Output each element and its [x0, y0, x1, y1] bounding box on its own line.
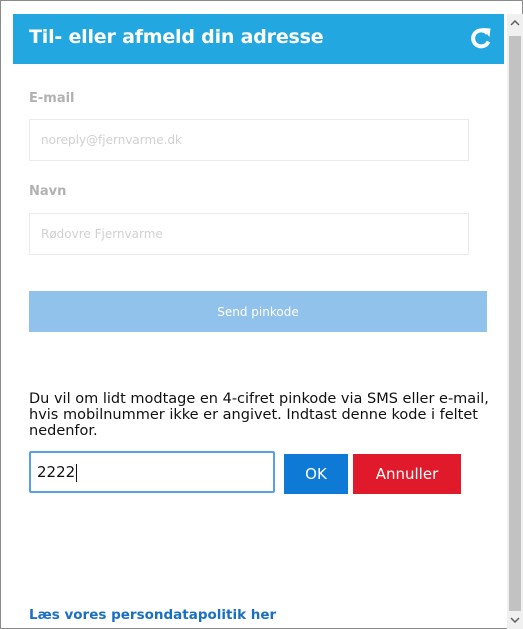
- privacy-policy-link[interactable]: Læs vores persondatapolitik her: [29, 607, 276, 623]
- send-pincode-button: Send pinkode: [29, 291, 487, 332]
- email-label: E-mail: [29, 91, 75, 106]
- email-field: noreply@fjernvarme.dk: [29, 119, 469, 161]
- dialog-header: Til- eller afmeld din adresse: [13, 14, 504, 64]
- text-caret: [76, 463, 78, 482]
- vertical-scrollbar[interactable]: [507, 14, 523, 629]
- pincode-info-text: Du vil om lidt modtage en 4-cifret pinko…: [29, 391, 489, 439]
- pincode-value: 2222: [37, 463, 76, 481]
- name-field: Rødovre Fjernvarme: [29, 213, 469, 255]
- dialog-title: Til- eller afmeld din adresse: [29, 26, 324, 48]
- name-label: Navn: [29, 184, 67, 199]
- dialog-frame: Til- eller afmeld din adresse E-mail nor…: [0, 0, 523, 629]
- cancel-button[interactable]: Annuller: [353, 454, 461, 494]
- scroll-down-arrow-icon[interactable]: [507, 612, 523, 628]
- ok-button[interactable]: OK: [284, 454, 348, 494]
- refresh-icon[interactable]: [468, 25, 494, 51]
- scroll-up-arrow-icon[interactable]: [507, 15, 523, 31]
- scrollbar-thumb[interactable]: [509, 36, 521, 611]
- pincode-input[interactable]: 2222: [29, 451, 275, 493]
